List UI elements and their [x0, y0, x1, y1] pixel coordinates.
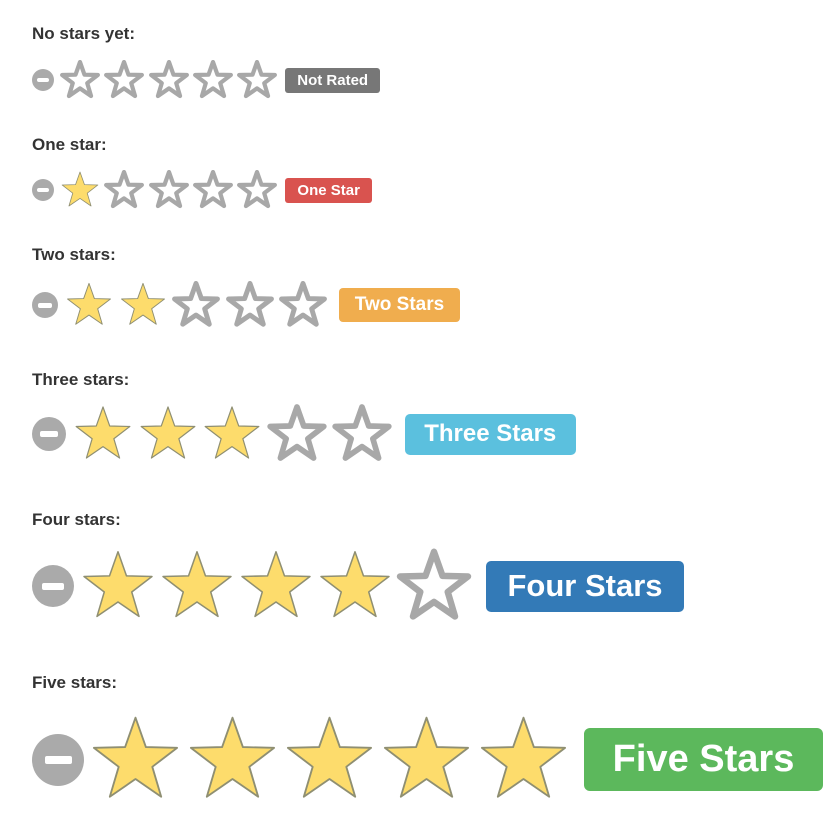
star-filled-icon-3[interactable] — [283, 713, 376, 806]
minus-icon — [38, 302, 52, 308]
star-empty-icon-3[interactable] — [172, 281, 220, 329]
minus-icon — [40, 431, 58, 437]
rating-label: Two stars: — [32, 245, 116, 264]
minus-icon — [37, 78, 49, 82]
star-filled-icon-1[interactable] — [65, 281, 113, 329]
star-empty-icon-2[interactable] — [104, 60, 145, 100]
star-empty-icon-4[interactable] — [225, 281, 274, 329]
rating-caption-badge: Four Stars — [486, 560, 684, 612]
rating-label: One star: — [32, 135, 107, 154]
star-empty-icon-5[interactable] — [237, 170, 278, 210]
star-filled-icon-1[interactable] — [73, 404, 133, 464]
star-filled-icon-4[interactable] — [380, 713, 473, 806]
star-empty-icon-3[interactable] — [148, 60, 189, 100]
star-filled-icon-2[interactable] — [159, 548, 235, 624]
star-empty-icon-4[interactable] — [267, 404, 327, 464]
clear-rating-button[interactable] — [32, 565, 74, 607]
star-empty-icon-4[interactable] — [192, 60, 233, 100]
clear-rating-button[interactable] — [32, 179, 54, 201]
rating-caption-badge: Three Stars — [404, 413, 576, 455]
rating-block-2: Two stars: Two Stars — [32, 245, 460, 327]
star-empty-icon-2[interactable] — [104, 170, 145, 210]
star-empty-icon-5[interactable] — [237, 60, 278, 100]
star-rating-widget: One Star — [32, 170, 373, 210]
rating-block-0: No stars yet: Not Rated — [32, 24, 381, 99]
star-empty-icon-5[interactable] — [279, 281, 327, 329]
star-filled-icon-2[interactable] — [119, 281, 167, 329]
rating-block-3: Three stars: Three Stars — [32, 370, 576, 461]
star-rating-widget: Three Stars — [32, 404, 576, 464]
star-rating-widget: Four Stars — [32, 548, 684, 624]
star-filled-icon-4[interactable] — [317, 548, 393, 624]
rating-label: Three stars: — [32, 370, 130, 389]
star-rating-demo-page: No stars yet: Not Rated One star: One St… — [0, 0, 840, 828]
minus-icon — [42, 582, 64, 590]
rating-label: Five stars: — [32, 673, 118, 692]
rating-caption-badge: Not Rated — [285, 67, 381, 93]
rating-caption-badge: Five Stars — [584, 728, 823, 791]
rating-block-1: One star: One Star — [32, 135, 373, 209]
star-filled-icon-2[interactable] — [186, 713, 279, 806]
minus-icon — [37, 188, 49, 192]
rating-caption-badge: One Star — [285, 177, 373, 203]
clear-rating-button[interactable] — [32, 69, 54, 91]
star-filled-icon-1[interactable] — [89, 713, 182, 806]
star-filled-icon-5[interactable] — [477, 713, 570, 806]
rating-caption-badge: Two Stars — [339, 288, 460, 322]
star-filled-icon-3[interactable] — [202, 404, 262, 464]
rating-block-5: Five stars: Five Stars — [32, 673, 823, 798]
minus-icon — [44, 755, 72, 764]
star-filled-icon-2[interactable] — [138, 404, 198, 464]
clear-rating-button[interactable] — [32, 733, 84, 786]
star-rating-widget: Not Rated — [32, 60, 381, 100]
star-empty-icon-1[interactable] — [60, 60, 100, 100]
star-empty-icon-4[interactable] — [192, 170, 233, 210]
star-empty-icon-5[interactable] — [332, 404, 392, 464]
rating-block-4: Four stars: Four Stars — [32, 510, 684, 620]
star-filled-icon-3[interactable] — [238, 548, 314, 624]
star-empty-icon-3[interactable] — [148, 170, 189, 210]
star-filled-icon-1[interactable] — [60, 170, 100, 210]
star-filled-icon-1[interactable] — [80, 548, 156, 624]
rating-label: Four stars: — [32, 510, 121, 529]
clear-rating-button[interactable] — [32, 417, 66, 451]
rating-label: No stars yet: — [32, 24, 135, 43]
star-empty-icon-5[interactable] — [396, 548, 472, 624]
star-rating-widget: Two Stars — [32, 281, 460, 329]
clear-rating-button[interactable] — [32, 292, 58, 318]
star-rating-widget: Five Stars — [32, 713, 823, 806]
